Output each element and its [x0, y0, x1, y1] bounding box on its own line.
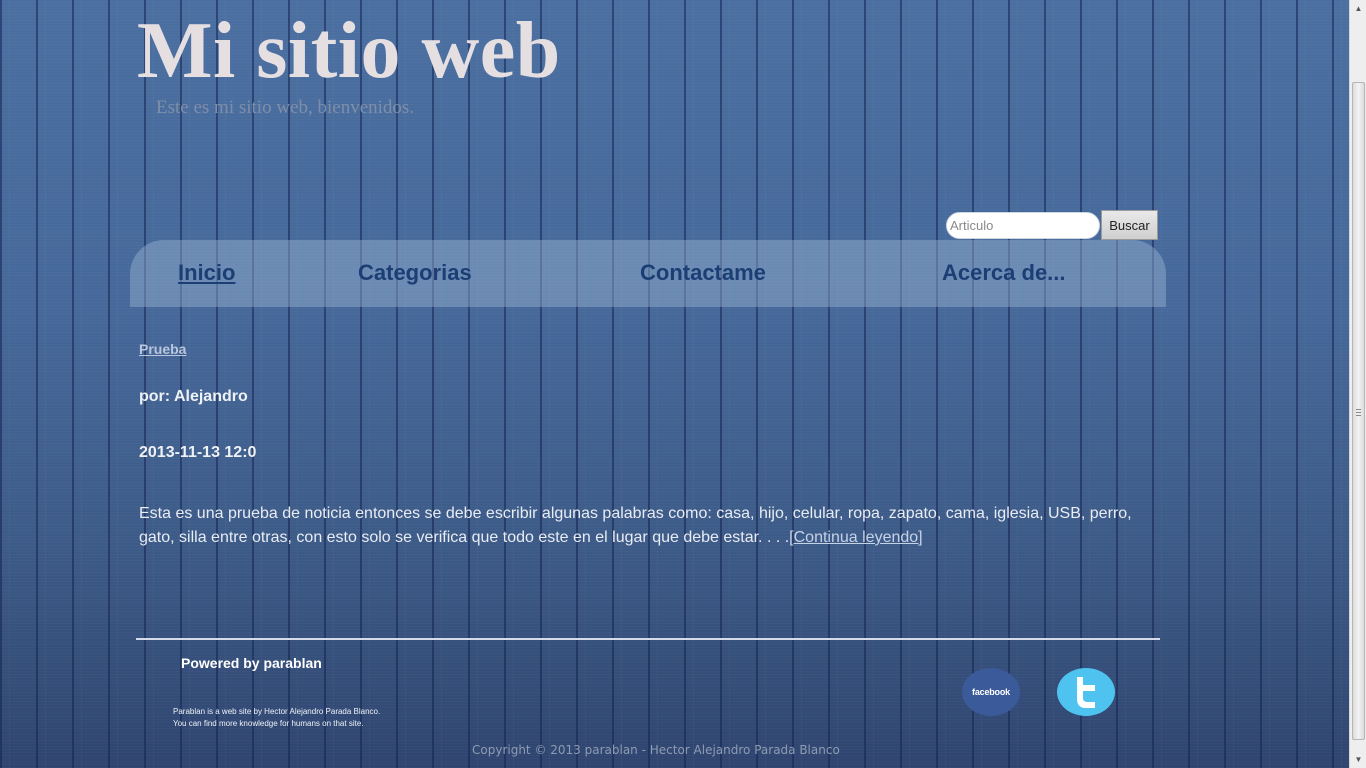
search-input[interactable] — [946, 212, 1100, 239]
nav-item-inicio[interactable]: Inicio — [178, 260, 235, 286]
nav-item-contactame[interactable]: Contactame — [640, 260, 766, 286]
copyright-text: Copyright © 2013 parablan - Hector Aleja… — [472, 743, 840, 757]
twitter-glyph — [1077, 677, 1095, 708]
footer-description: Parablan is a web site by Hector Alejand… — [173, 706, 380, 730]
facebook-icon[interactable]: facebook — [962, 668, 1020, 716]
vertical-scrollbar[interactable]: ▲ ▼ — [1349, 0, 1366, 768]
scrollbar-thumb[interactable] — [1352, 82, 1365, 740]
footer-heading: Powered by parablan — [181, 655, 322, 671]
read-more-link[interactable]: [Continua leyendo] — [789, 529, 922, 546]
thumb-grip-icon — [1356, 409, 1361, 417]
page: Mi sitio web Este es mi sitio web, bienv… — [0, 0, 1349, 768]
site-subtitle: Este es mi sitio web, bienvenidos. — [156, 97, 415, 118]
post-title-link[interactable]: Prueba — [139, 341, 186, 357]
post-body: Esta es una prueba de noticia entonces s… — [139, 502, 1164, 550]
post-body-text: Esta es una prueba de noticia entonces s… — [139, 505, 1132, 546]
nav-item-categorias[interactable]: Categorias — [358, 260, 472, 286]
scroll-up-arrow-icon[interactable]: ▲ — [1350, 0, 1366, 17]
scroll-down-arrow-icon[interactable]: ▼ — [1350, 751, 1366, 768]
post-date: 2013-11-13 12:0 — [139, 444, 257, 461]
twitter-icon[interactable] — [1057, 668, 1115, 716]
post-author: por: Alejandro — [139, 388, 248, 405]
site-title: Mi sitio web — [137, 7, 561, 95]
facebook-icon-label: facebook — [972, 687, 1010, 697]
main-nav: Inicio Categorias Contactame Acerca de..… — [130, 240, 1166, 307]
footer-desc-line2: You can find more knowledge for humans o… — [173, 719, 364, 728]
footer-divider — [136, 638, 1160, 640]
nav-item-acerca[interactable]: Acerca de... — [942, 260, 1066, 286]
search-button[interactable]: Buscar — [1101, 210, 1158, 240]
footer-desc-line1: Parablan is a web site by Hector Alejand… — [173, 707, 381, 716]
